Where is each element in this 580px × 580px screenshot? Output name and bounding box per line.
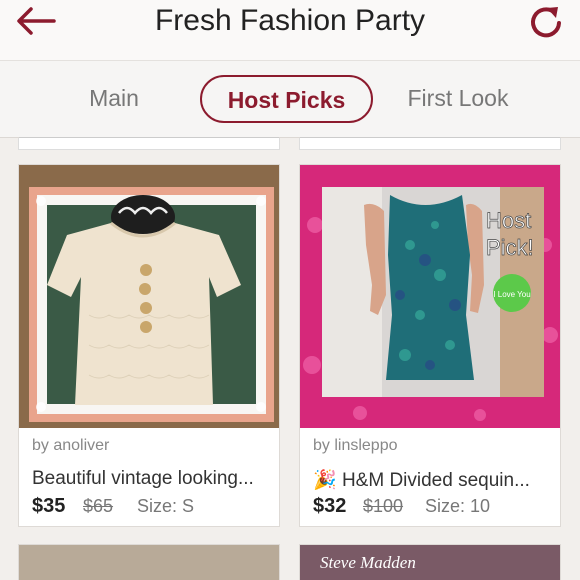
listing-title[interactable]: Beautiful vintage looking... [32, 468, 254, 490]
love-badge-text: I Love You [493, 290, 530, 299]
listing-size: Size: 10 [425, 496, 491, 516]
previous-listing-card[interactable] [299, 137, 561, 150]
host-overlay-text: Host [486, 208, 531, 233]
next-listing-card[interactable] [18, 544, 280, 580]
party-emoji-icon: 🎉 [313, 470, 337, 491]
refresh-button[interactable] [526, 2, 566, 42]
refresh-icon [531, 7, 561, 38]
listing-size: Size: S [137, 496, 195, 516]
next-listing-card[interactable]: Steve Madden [299, 544, 561, 580]
previous-listing-card[interactable] [18, 137, 280, 150]
listing-price: $32 [313, 495, 347, 517]
page-title: Fresh Fashion Party [154, 4, 426, 37]
listing-image[interactable]: Host Pick! I Love You [300, 165, 560, 428]
listing-card[interactable]: by anoliver Beautiful vintage looking...… [18, 164, 280, 527]
listing-image[interactable] [19, 165, 279, 428]
seller-name[interactable]: by linsleppo [313, 437, 398, 455]
listing-price: $35 [32, 495, 66, 517]
tab-host-picks[interactable]: Host Picks [200, 75, 373, 123]
seller-name[interactable]: by anoliver [32, 437, 109, 455]
app-header: Fresh Fashion Party [0, 0, 580, 60]
listing-title[interactable]: H&M Divided sequin... [342, 470, 530, 491]
original-price: $100 [363, 496, 404, 516]
listing-card[interactable]: Host Pick! I Love You by linsleppo 🎉 H&M… [299, 164, 561, 527]
tab-main[interactable]: Main [70, 75, 158, 123]
listing-banner-text: Steve Madden [320, 553, 416, 572]
tab-bar: Main Host Picks First Look [0, 60, 580, 138]
listing-title-row[interactable]: 🎉 H&M Divided sequin... [313, 468, 530, 492]
tab-first-look[interactable]: First Look [392, 75, 524, 123]
pick-overlay-text: Pick! [486, 235, 534, 260]
original-price: $65 [83, 496, 114, 516]
